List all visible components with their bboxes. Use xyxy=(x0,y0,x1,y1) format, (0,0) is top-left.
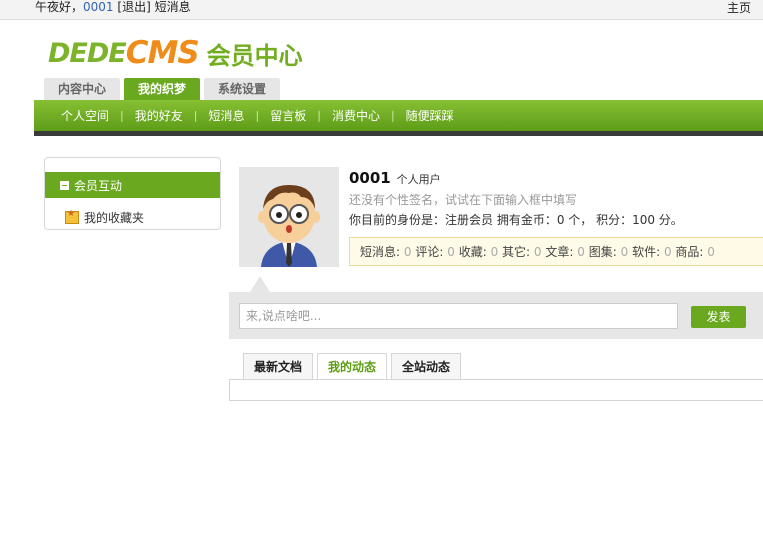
user-info: 0001 个人用户 还没有个性签名，试试在下面输入框中填写 你目前的身份是：注册… xyxy=(349,169,763,228)
logo-member-center: 会员中心 xyxy=(206,41,303,70)
profile-user-type: 个人用户 xyxy=(396,173,441,186)
left-margin xyxy=(0,21,34,552)
favorites-folder-icon xyxy=(65,209,79,224)
site-logo[interactable]: DEDE CMS 会员中心 xyxy=(48,31,303,75)
stat-favorites-label[interactable]: 收藏: xyxy=(459,243,487,260)
stat-comments-label[interactable]: 评论: xyxy=(415,243,443,260)
stat-other-value: 0 xyxy=(533,244,542,259)
tab-latest-docs[interactable]: 最新文档 xyxy=(243,353,314,380)
logout-link[interactable]: [退出] xyxy=(117,0,150,14)
profile-signature: 还没有个性签名，试试在下面输入框中填写 xyxy=(349,193,578,207)
feed-content xyxy=(229,379,763,401)
nav-personal-space[interactable]: 个人空间 xyxy=(50,107,120,124)
stat-articles-label[interactable]: 文章: xyxy=(545,243,573,260)
stat-articles-value: 0 xyxy=(577,244,585,259)
home-link[interactable]: 主页 xyxy=(727,0,751,16)
sidebar-item-favorites[interactable]: 我的收藏夹 xyxy=(65,209,144,226)
nav-my-friends[interactable]: 我的好友 xyxy=(124,107,194,124)
tab-content-center[interactable]: 内容中心 xyxy=(44,78,121,100)
profile-status: 你目前的身份是：注册会员 拥有金币：0 个， 积分：100 分。 xyxy=(349,213,683,227)
collapse-icon xyxy=(60,180,69,190)
stat-software-label[interactable]: 软件: xyxy=(632,243,660,260)
avatar-image xyxy=(239,167,339,267)
main-area: DEDE CMS 会员中心 内容中心 我的织梦 系统设置 个人空间 | 我的好友 |… xyxy=(34,21,763,552)
post-box-pointer xyxy=(250,276,270,292)
user-avatar[interactable] xyxy=(239,167,339,267)
feed-tabs: 最新文档 我的动态 全站动态 xyxy=(243,353,462,380)
top-bar: 午夜好，0001 [退出] 短消息 主页 xyxy=(0,0,763,20)
post-button[interactable]: 发表 xyxy=(691,306,746,328)
nav-random-browse[interactable]: 随便踩踩 xyxy=(395,107,465,124)
main-tabs: 内容中心 我的织梦 系统设置 xyxy=(44,78,281,100)
stat-goods-label[interactable]: 商品: xyxy=(675,243,703,260)
nav-bar: 个人空间 | 我的好友 | 短消息 | 留言板 | 消费中心 | 随便踩踩 xyxy=(34,100,763,131)
tab-site-activity[interactable]: 全站动态 xyxy=(391,353,462,380)
stat-favorites-value: 0 xyxy=(490,244,499,259)
user-greeting-bar: 午夜好，0001 [退出] 短消息 xyxy=(35,0,191,15)
sidebar-item-label: 我的收藏夹 xyxy=(84,211,145,225)
stat-comments-value: 0 xyxy=(447,244,455,259)
logo-dede: DEDE xyxy=(48,37,127,69)
sidebar-section-member-interaction[interactable]: 会员互动 xyxy=(45,172,220,198)
post-input[interactable]: 来,说点啥吧... xyxy=(239,303,678,329)
nav-messages[interactable]: 短消息 xyxy=(197,107,255,124)
post-box: 来,说点啥吧... 发表 xyxy=(229,292,763,339)
nav-bottom-border xyxy=(34,131,763,136)
username-link[interactable]: 0001 xyxy=(83,0,114,14)
nav-consumption-center[interactable]: 消费中心 xyxy=(321,107,391,124)
tab-my-dede[interactable]: 我的织梦 xyxy=(124,78,201,100)
tab-my-activity[interactable]: 我的动态 xyxy=(317,353,388,380)
stat-albums-value: 0 xyxy=(620,244,629,259)
stat-messages-label[interactable]: 短消息: xyxy=(360,243,400,260)
sidebar-section-label: 会员互动 xyxy=(74,178,123,193)
nav-guestbook[interactable]: 留言板 xyxy=(259,107,317,124)
profile-username: 0001 xyxy=(349,169,391,187)
stat-goods-value: 0 xyxy=(707,244,715,259)
tab-system-settings[interactable]: 系统设置 xyxy=(204,78,281,100)
logo-cms: CMS xyxy=(125,35,200,71)
stat-software-value: 0 xyxy=(663,244,672,259)
messages-link[interactable]: 短消息 xyxy=(155,0,191,14)
sidebar-menu: 会员互动 我的收藏夹 xyxy=(44,157,221,230)
stats-bar: 短消息: 0 评论: 0 收藏: 0 其它: 0 文章: 0 图集: 0 软件:… xyxy=(349,237,763,266)
stat-other-label[interactable]: 其它: xyxy=(502,243,530,260)
stat-messages-value: 0 xyxy=(403,244,412,259)
stat-albums-label[interactable]: 图集: xyxy=(589,243,617,260)
greeting-text: 午夜好， xyxy=(35,0,84,14)
